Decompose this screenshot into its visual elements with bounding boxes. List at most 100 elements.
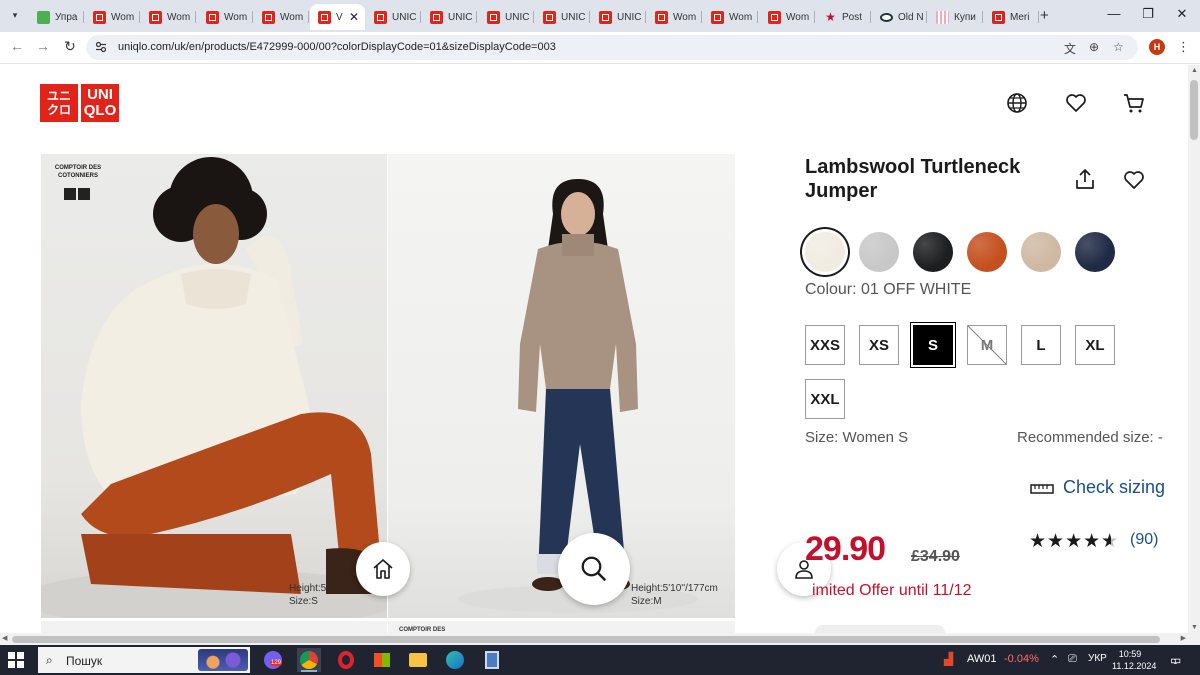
back-button[interactable]: ← [7, 38, 27, 54]
browser-tab[interactable]: Wom [254, 4, 309, 30]
colour-swatch-beige[interactable] [1021, 232, 1061, 272]
vertical-scrollbar[interactable]: ▲ ▼ [1188, 65, 1200, 633]
browser-tab[interactable]: Meri [984, 4, 1039, 30]
browser-tab[interactable]: Wom [703, 4, 758, 30]
network-icon[interactable]: ⎚ [1068, 653, 1077, 666]
horizontal-scrollbar[interactable]: ◀ ▶ [0, 633, 1200, 645]
forward-button[interactable]: → [33, 38, 53, 54]
browser-tab[interactable]: Wom [85, 4, 140, 30]
bookmark-star-icon[interactable]: ☆ [1113, 40, 1124, 54]
browser-tab[interactable]: UNIC [366, 4, 421, 30]
size-option-xxl[interactable]: XXL [805, 379, 845, 419]
browser-tab[interactable]: UNIC [591, 4, 646, 30]
brand-caption: COMPTOIR DES COTONNIERS [54, 165, 102, 179]
model-standing-illustration [458, 179, 698, 613]
cart-icon[interactable] [1122, 91, 1146, 115]
browser-menu-icon[interactable]: ⋮ [1177, 39, 1190, 55]
uniqlo-favicon-icon [599, 10, 612, 24]
colour-swatch-navy[interactable] [1075, 232, 1115, 272]
browser-tab-strip: ▾ Упра Wom Wom Wom Wom V ✕ UNIC UNIC UNIC UNIC UNIC… [0, 0, 1200, 32]
product-image-2[interactable]: Height:5'10''/177cm Size:M [388, 154, 735, 618]
original-price: £34.90 [911, 548, 960, 565]
browser-tab[interactable]: Купи [928, 4, 983, 30]
check-sizing-link[interactable]: Check sizing [1063, 477, 1165, 498]
restore-button[interactable]: ❐ [1138, 6, 1158, 22]
ruler-icon[interactable] [1030, 482, 1054, 496]
size-option-l[interactable]: L [1021, 325, 1061, 365]
notifications-icon[interactable]: ▭1 [1170, 653, 1181, 667]
stock-chart-icon[interactable]: ▟ [944, 652, 953, 666]
home-fab[interactable] [356, 542, 410, 596]
add-to-cart-preview[interactable] [815, 625, 945, 633]
start-button[interactable] [8, 652, 24, 668]
size-option-s[interactable]: S [913, 325, 953, 365]
translate-icon[interactable]: 文 [1064, 40, 1076, 57]
logo-katakana-block: ユニ クロ [40, 84, 78, 122]
colour-swatch-black[interactable] [913, 232, 953, 272]
browser-tab-label: UNIC [448, 11, 473, 23]
new-tab-button[interactable]: + [1040, 7, 1049, 24]
product-favorite-icon[interactable] [1122, 168, 1146, 192]
taskbar-search[interactable]: ⌕ Пошук [38, 647, 250, 673]
system-clock[interactable]: 10:59 11.12.2024 [1112, 648, 1156, 672]
browser-tab-label: V [336, 11, 343, 23]
store-app[interactable] [370, 648, 394, 672]
file-explorer-app[interactable] [406, 648, 430, 672]
uniqlo-logo[interactable]: ユニ クロ UNI QLO [40, 84, 119, 122]
home-icon [373, 559, 393, 579]
review-count-link[interactable]: (90) [1130, 531, 1158, 549]
browser-tab[interactable]: Old N [872, 4, 927, 30]
opera-app[interactable] [334, 648, 358, 672]
browser-tab[interactable]: ★ Post [816, 4, 871, 30]
product-image-1[interactable]: COMPTOIR DES COTONNIERS Height:5' Size:S [41, 154, 387, 618]
tab-search-button[interactable]: ▾ [5, 5, 25, 25]
oval-favicon-icon [880, 12, 893, 22]
size-option-xl[interactable]: XL [1075, 325, 1115, 365]
browser-toolbar: ← → ↻ uniqlo.com/uk/en/products/E472999-… [0, 32, 1200, 64]
browser-tab[interactable]: UNIC [479, 4, 534, 30]
zoom-icon[interactable]: ⊕ [1089, 40, 1099, 54]
globe-icon[interactable] [1005, 91, 1029, 115]
site-settings-icon[interactable] [95, 41, 107, 53]
tab-separator [645, 11, 646, 23]
size-option-xs[interactable]: XS [859, 325, 899, 365]
profile-avatar[interactable]: H [1149, 39, 1165, 55]
search-highlight-art [198, 649, 248, 671]
uniqlo-favicon-icon [711, 10, 724, 24]
tray-chevron-icon[interactable]: ⌃ [1050, 653, 1059, 666]
edge-app[interactable] [443, 648, 467, 672]
size-option-xxs[interactable]: XXS [805, 325, 845, 365]
search-fab[interactable] [558, 533, 630, 605]
uniqlo-favicon-icon [206, 10, 219, 24]
browser-tab[interactable]: Упра [29, 4, 84, 30]
browser-tab[interactable]: UNIC [535, 4, 590, 30]
calculator-app[interactable] [480, 648, 504, 672]
browser-tab[interactable]: Wom [198, 4, 253, 30]
browser-tab[interactable]: Wom [141, 4, 196, 30]
stock-change: -0.04% [1004, 653, 1039, 665]
browser-tab[interactable]: UNIC [422, 4, 477, 30]
uniqlo-favicon-icon [768, 10, 781, 24]
browser-tab[interactable]: V ✕ [310, 4, 365, 30]
colour-swatch-orange[interactable] [967, 232, 1007, 272]
browser-tab[interactable]: Wom [647, 4, 702, 30]
minimize-button[interactable]: — [1104, 6, 1124, 21]
tab-separator [195, 11, 196, 23]
language-indicator[interactable]: УКР [1088, 653, 1107, 664]
url-text[interactable]: uniqlo.com/uk/en/products/E472999-000/00… [118, 41, 556, 53]
reload-button[interactable]: ↻ [60, 38, 80, 55]
colour-swatch-off-white[interactable] [805, 232, 845, 272]
address-bar[interactable]: uniqlo.com/uk/en/products/E472999-000/00… [86, 35, 1138, 60]
close-tab-icon[interactable]: ✕ [349, 10, 359, 24]
size-option-m[interactable]: M [967, 325, 1007, 365]
share-icon[interactable] [1073, 167, 1097, 191]
next-image-preview-1[interactable] [41, 621, 387, 633]
rating-stars[interactable]: ★★★★★ [1029, 530, 1119, 553]
wishlist-heart-icon[interactable] [1064, 91, 1088, 115]
chrome-app[interactable] [297, 648, 321, 672]
close-window-button[interactable]: ✕ [1172, 6, 1192, 22]
viber-app[interactable]: 129 [261, 648, 285, 672]
colour-swatch-grey[interactable] [859, 232, 899, 272]
browser-tab[interactable]: Wom [760, 4, 815, 30]
stock-ticker[interactable]: AW01 [967, 653, 997, 665]
